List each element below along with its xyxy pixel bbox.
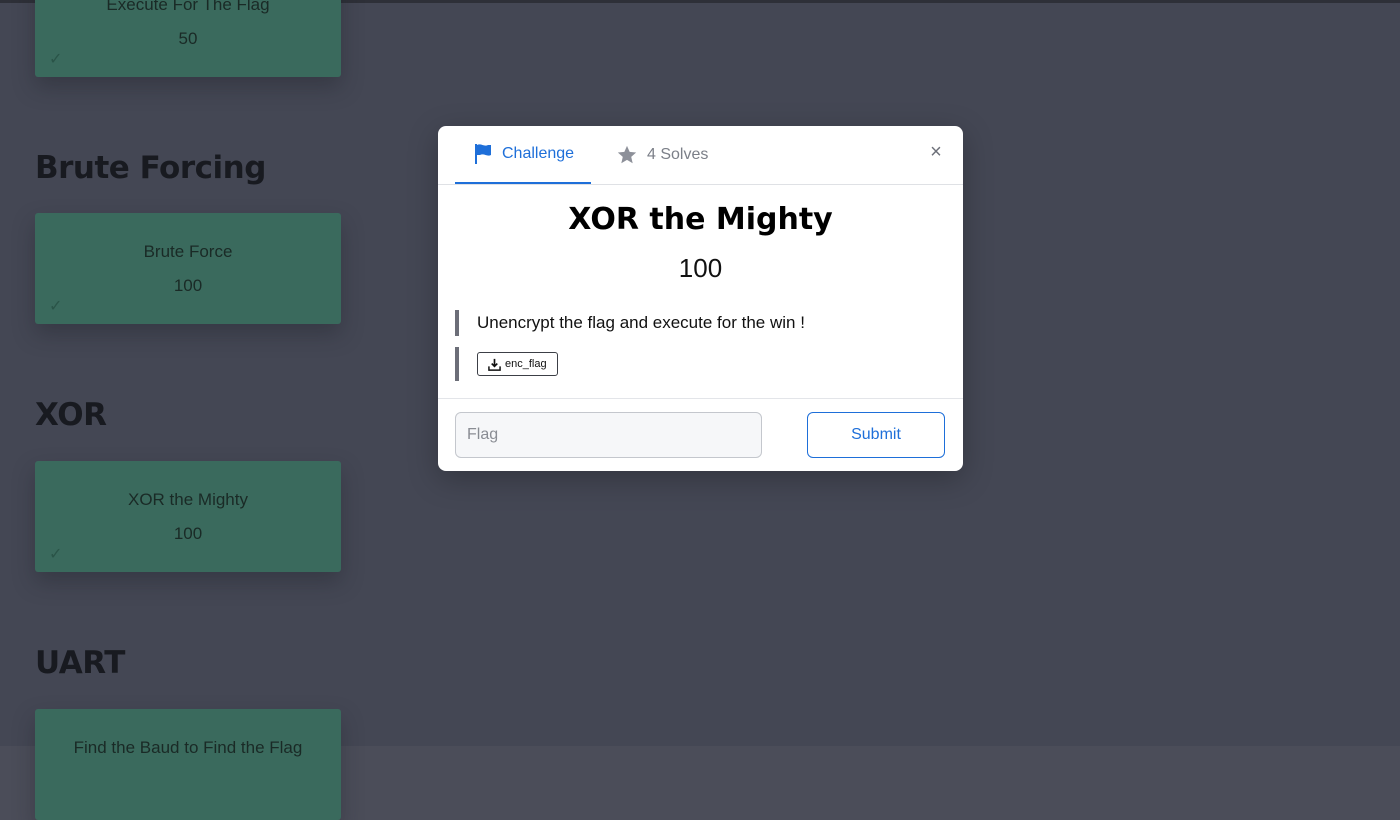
tab-challenge[interactable]: Challenge	[455, 126, 591, 184]
close-icon[interactable]: ×	[928, 142, 944, 162]
challenge-card-brute-force[interactable]: Brute Force 100 ✓	[35, 213, 341, 324]
challenge-description-text: Unencrypt the flag and execute for the w…	[477, 313, 805, 332]
challenge-files: enc_flag	[455, 347, 558, 381]
check-icon: ✓	[49, 298, 63, 315]
challenge-card-points: 50	[178, 29, 198, 48]
challenge-card-name: Brute Force	[143, 242, 233, 261]
challenge-card-find-the-baud[interactable]: Find the Baud to Find the Flag	[35, 709, 341, 820]
challenge-points: 100	[678, 253, 723, 283]
challenge-card-points: 100	[173, 524, 203, 543]
category-title-uart: UART	[35, 645, 125, 681]
check-icon: ✓	[49, 546, 63, 563]
file-download-button[interactable]: enc_flag	[477, 352, 558, 376]
challenge-card-execute-for-the-flag[interactable]: Execute For The Flag 50 ✓	[35, 0, 341, 77]
flag-input[interactable]	[455, 412, 762, 458]
challenge-card-name: Find the Baud to Find the Flag	[73, 738, 303, 757]
download-icon	[488, 358, 501, 371]
challenge-description: Unencrypt the flag and execute for the w…	[455, 310, 805, 336]
tab-solves-label: 4 Solves	[647, 146, 709, 163]
star-icon	[616, 144, 638, 166]
check-icon: ✓	[49, 51, 63, 68]
challenge-title: XOR the Mighty	[568, 202, 833, 237]
category-title-xor: XOR	[35, 397, 107, 433]
challenge-card-name: Execute For The Flag	[106, 0, 270, 14]
submit-button[interactable]: Submit	[807, 412, 945, 458]
challenge-card-name: XOR the Mighty	[128, 490, 248, 509]
tab-challenge-label: Challenge	[502, 145, 575, 162]
tab-solves[interactable]: 4 Solves	[616, 126, 736, 184]
modal-tabs: Challenge 4 Solves ×	[438, 126, 963, 185]
file-name: enc_flag	[505, 358, 547, 370]
challenge-modal: Challenge 4 Solves × XOR the Mighty 100 …	[438, 126, 963, 471]
challenge-card-xor-the-mighty[interactable]: XOR the Mighty 100 ✓	[35, 461, 341, 572]
flag-icon	[473, 143, 493, 165]
category-title-brute-forcing: Brute Forcing	[35, 150, 266, 186]
modal-footer-divider	[438, 398, 963, 399]
challenge-card-points: 100	[173, 276, 203, 295]
